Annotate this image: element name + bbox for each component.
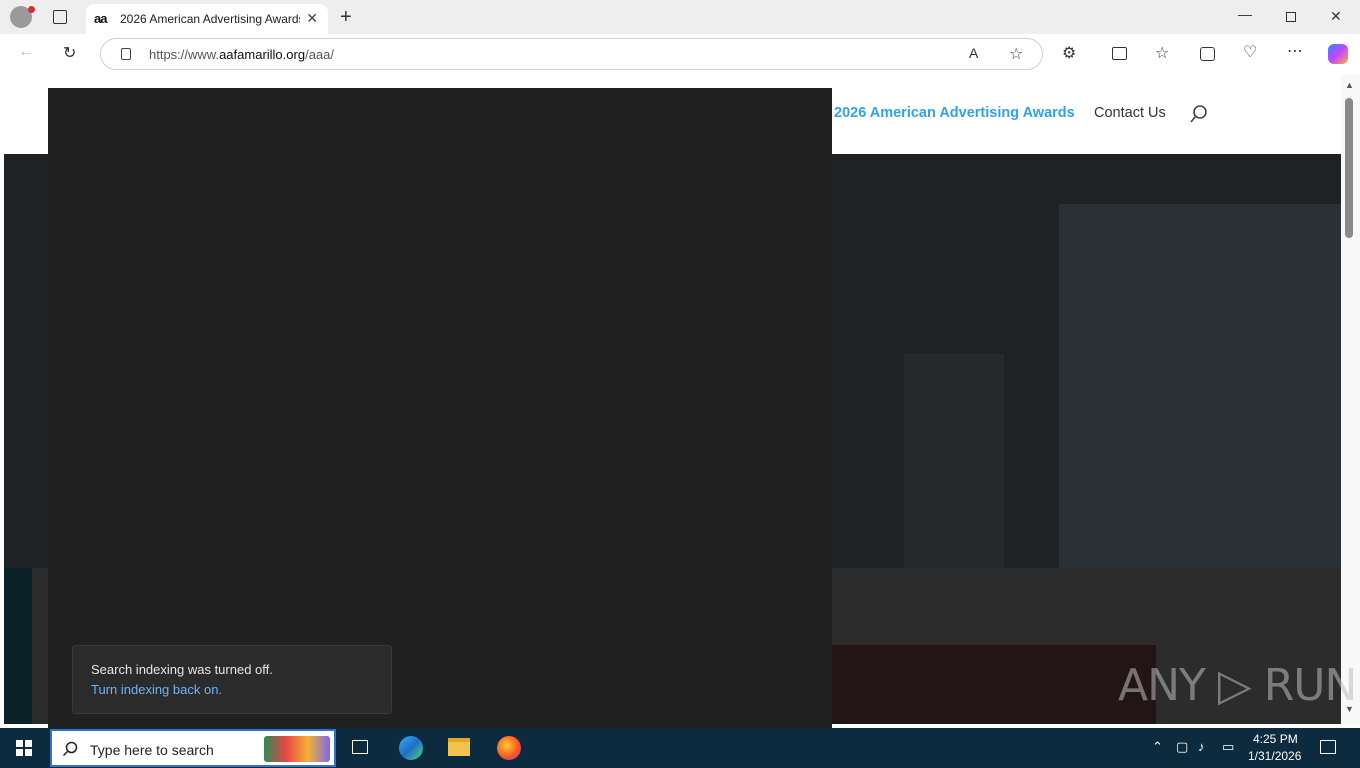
volume-icon[interactable]: ♪ [1198,739,1205,754]
browser-title-bar: aa 2026 American Advertising Awards ✕ + … [0,0,1360,34]
copilot-icon[interactable] [1328,44,1348,64]
task-view-icon[interactable] [352,740,368,754]
new-tab-icon[interactable]: + [340,6,352,29]
hero-background-image-building [904,354,1004,568]
address-bar[interactable]: https://www.aafamarillo.org/aaa/ A ☆ [100,38,1043,70]
site-favicon-icon: aa [94,11,107,26]
search-icon[interactable] [1189,104,1209,124]
extensions-icon[interactable]: ⚙ [1062,43,1076,63]
back-icon[interactable]: ← [18,43,34,61]
minimize-icon[interactable]: — [1238,6,1252,22]
scroll-up-icon[interactable]: ▲ [1345,80,1354,90]
nav-link-awards[interactable]: 2026 American Advertising Awards [834,105,1075,121]
windows-taskbar: Type here to search ⌃ ▢ ♪ ▭ 4:25 PM 1/31… [0,728,1360,768]
featured-photo [832,645,1156,724]
search-indexing-notice: Search indexing was turned off. Turn ind… [72,645,392,714]
search-placeholder: Type here to search [90,742,214,758]
browser-tab[interactable]: aa 2026 American Advertising Awards ✕ [86,4,328,34]
url-text[interactable]: https://www.aafamarillo.org/aaa/ [149,47,334,62]
nav-link-contact[interactable]: Contact Us [1094,105,1166,121]
content-band-accent [4,568,32,724]
start-menu-panel [48,88,832,728]
meet-now-icon[interactable]: ▢ [1176,739,1188,755]
browser-toolbar: ← ↻ https://www.aafamarillo.org/aaa/ A ☆… [0,34,1360,74]
browser-essentials-icon[interactable]: ♡ [1243,42,1257,62]
hero-background-image [1059,204,1341,568]
refresh-icon[interactable]: ↻ [63,43,76,63]
anyrun-watermark: ANY ▷ RUN [1118,660,1357,711]
search-highlight-gifts-icon [264,736,330,762]
search-icon [62,741,78,757]
tab-actions-icon[interactable] [53,10,67,24]
close-tab-icon[interactable]: ✕ [306,10,318,27]
network-icon[interactable]: ▭ [1222,739,1234,755]
close-window-icon[interactable]: ✕ [1330,8,1342,25]
turn-indexing-on-link[interactable]: Turn indexing back on. [91,682,222,697]
show-hidden-icons[interactable]: ⌃ [1152,739,1163,755]
scrollbar-thumb[interactable] [1345,98,1353,238]
url-prefix: https://www. [149,47,220,62]
file-explorer-icon[interactable] [448,738,470,756]
notifications-icon[interactable] [1320,740,1336,754]
url-domain: aafamarillo.org [219,47,306,62]
taskbar-clock-date[interactable]: 1/31/2026 [1248,749,1301,763]
notification-dot-icon [28,6,35,13]
url-path: /aaa/ [305,47,334,62]
lock-icon[interactable] [121,48,131,60]
windows-start-icon[interactable] [16,740,32,756]
read-aloud-icon[interactable]: A [969,45,978,61]
more-options-icon[interactable]: ⋯ [1287,41,1303,61]
favorite-star-icon[interactable]: ☆ [1009,44,1023,64]
notice-message: Search indexing was turned off. [91,662,273,677]
page-scrollbar[interactable]: ▲ ▼ [1341,74,1360,724]
split-screen-icon[interactable] [1112,47,1127,60]
tab-title: 2026 American Advertising Awards [120,12,300,26]
taskbar-search-box[interactable]: Type here to search [50,729,336,767]
collections-icon[interactable] [1200,47,1215,61]
firefox-icon[interactable] [497,736,521,760]
edge-browser-icon[interactable] [399,736,423,760]
taskbar-clock-time[interactable]: 4:25 PM [1253,732,1298,746]
restore-icon[interactable] [1286,12,1296,22]
favorites-icon[interactable]: ☆ [1155,43,1169,63]
